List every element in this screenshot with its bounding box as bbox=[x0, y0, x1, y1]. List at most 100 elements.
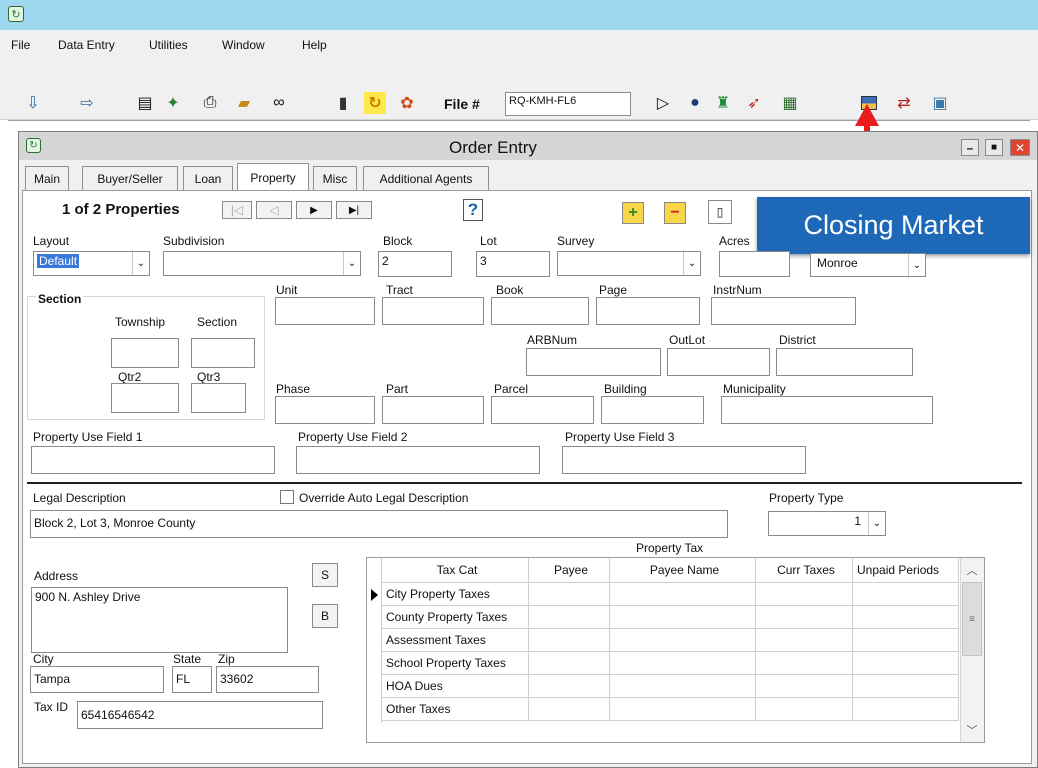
column-header-curr-taxes[interactable]: Curr Taxes bbox=[756, 558, 853, 583]
tab-misc[interactable]: Misc bbox=[313, 166, 357, 190]
copy-property-icon[interactable]: ▯ bbox=[708, 200, 732, 224]
maximize-button[interactable]: ■ bbox=[985, 139, 1003, 156]
menu-data-entry[interactable]: Data Entry bbox=[58, 38, 115, 52]
table-cell[interactable] bbox=[529, 606, 610, 629]
chart-icon[interactable]: ▮ bbox=[332, 92, 354, 114]
qtr3-input[interactable] bbox=[191, 383, 246, 413]
tab-main[interactable]: Main bbox=[25, 166, 69, 190]
table-row[interactable]: School Property Taxes bbox=[382, 652, 529, 675]
table-cell[interactable] bbox=[756, 606, 853, 629]
column-header-payee-name[interactable]: Payee Name bbox=[610, 558, 756, 583]
tab-buyer-seller[interactable]: Buyer/Seller bbox=[82, 166, 178, 190]
map-icon[interactable]: ✦ bbox=[162, 92, 184, 114]
table-cell[interactable] bbox=[756, 675, 853, 698]
import-icon[interactable]: ⇩ bbox=[22, 92, 44, 114]
first-record-button[interactable]: |◁ bbox=[222, 201, 252, 219]
page-input[interactable] bbox=[596, 297, 700, 325]
settings-icon[interactable]: ✿ bbox=[396, 92, 418, 114]
column-header-tax-cat[interactable]: Tax Cat bbox=[382, 558, 529, 583]
phase-input[interactable] bbox=[275, 396, 375, 424]
tax-id-input[interactable]: 65416546542 bbox=[77, 701, 323, 729]
district-input[interactable] bbox=[776, 348, 913, 376]
refresh-icon[interactable]: ↻ bbox=[364, 92, 386, 114]
folder-icon[interactable]: ▰ bbox=[233, 92, 255, 114]
property-use-3-input[interactable] bbox=[562, 446, 806, 474]
menu-utilities[interactable]: Utilities bbox=[149, 38, 188, 52]
tab-additional-agents[interactable]: Additional Agents bbox=[363, 166, 489, 190]
menu-help[interactable]: Help bbox=[302, 38, 327, 52]
add-property-icon[interactable]: + bbox=[622, 202, 644, 224]
column-header-unpaid-periods[interactable]: Unpaid Periods bbox=[853, 558, 959, 583]
tract-input[interactable] bbox=[382, 297, 484, 325]
table-cell[interactable] bbox=[610, 675, 756, 698]
block-input[interactable]: 2 bbox=[378, 251, 452, 277]
unit-input[interactable] bbox=[275, 297, 375, 325]
table-cell[interactable] bbox=[610, 652, 756, 675]
arrow-right-icon[interactable]: ▷ bbox=[652, 92, 674, 114]
column-header-payee[interactable]: Payee bbox=[529, 558, 610, 583]
table-cell[interactable] bbox=[853, 698, 959, 721]
table-cell[interactable] bbox=[610, 606, 756, 629]
survey-select[interactable]: ⌄ bbox=[557, 251, 701, 276]
property-type-select[interactable]: 1 ⌄ bbox=[768, 511, 886, 536]
table-cell[interactable] bbox=[529, 675, 610, 698]
state-input[interactable]: FL bbox=[172, 666, 212, 693]
previous-record-button[interactable]: ◁ bbox=[256, 201, 292, 219]
acres-input[interactable] bbox=[719, 251, 790, 277]
table-cell[interactable] bbox=[853, 675, 959, 698]
person-icon[interactable]: ♜ bbox=[712, 92, 734, 114]
binoculars-icon[interactable]: ∞ bbox=[268, 92, 290, 114]
table-cell[interactable] bbox=[756, 629, 853, 652]
qtr2-input[interactable] bbox=[111, 383, 179, 413]
export-icon[interactable]: ⇨ bbox=[76, 92, 98, 114]
address-input[interactable]: 900 N. Ashley Drive bbox=[31, 587, 288, 653]
zip-input[interactable]: 33602 bbox=[216, 666, 319, 693]
scroll-thumb[interactable]: ≡ bbox=[962, 582, 982, 656]
table-cell[interactable] bbox=[756, 583, 853, 606]
table-cell[interactable] bbox=[610, 583, 756, 606]
last-record-button[interactable]: ▶| bbox=[336, 201, 372, 219]
tab-property[interactable]: Property bbox=[237, 163, 309, 191]
legal-description-input[interactable]: Block 2, Lot 3, Monroe County bbox=[30, 510, 728, 538]
city-input[interactable]: Tampa bbox=[30, 666, 164, 693]
book-input[interactable] bbox=[491, 297, 589, 325]
image-icon[interactable]: ▣ bbox=[929, 92, 951, 114]
minimize-button[interactable]: – bbox=[961, 139, 979, 156]
table-cell[interactable] bbox=[610, 629, 756, 652]
building-input[interactable] bbox=[601, 396, 704, 424]
pin-icon[interactable]: ➶ bbox=[743, 92, 765, 114]
outlot-input[interactable] bbox=[667, 348, 770, 376]
remove-property-icon[interactable]: − bbox=[664, 202, 686, 224]
globe-icon[interactable]: ● bbox=[684, 92, 706, 114]
property-use-1-input[interactable] bbox=[31, 446, 275, 474]
property-use-2-input[interactable] bbox=[296, 446, 540, 474]
table-cell[interactable] bbox=[853, 652, 959, 675]
table-cell[interactable] bbox=[853, 629, 959, 652]
help-icon[interactable]: ? bbox=[463, 199, 483, 221]
table-cell[interactable] bbox=[529, 583, 610, 606]
file-number-input[interactable]: RQ-KMH-FL6 bbox=[505, 92, 631, 116]
transfer-icon[interactable]: ⇄ bbox=[893, 92, 915, 114]
municipality-input[interactable] bbox=[721, 396, 933, 424]
table-cell[interactable] bbox=[529, 698, 610, 721]
scroll-up-icon[interactable]: ︿ bbox=[961, 560, 983, 580]
table-cell[interactable] bbox=[756, 698, 853, 721]
next-record-button[interactable]: ▶ bbox=[296, 201, 332, 219]
section-input[interactable] bbox=[191, 338, 255, 368]
layout-select[interactable]: Default ⌄ bbox=[33, 251, 150, 276]
menu-window[interactable]: Window bbox=[222, 38, 265, 52]
table-cell[interactable] bbox=[756, 652, 853, 675]
table-cell[interactable] bbox=[529, 652, 610, 675]
table-cell[interactable] bbox=[610, 698, 756, 721]
table-cell[interactable] bbox=[529, 629, 610, 652]
subdivision-select[interactable]: ⌄ bbox=[163, 251, 361, 276]
override-checkbox[interactable] bbox=[280, 490, 294, 504]
parcel-input[interactable] bbox=[491, 396, 594, 424]
lot-input[interactable]: 3 bbox=[476, 251, 550, 277]
b-button[interactable]: B bbox=[312, 604, 338, 628]
scroll-down-icon[interactable]: ﹀ bbox=[961, 720, 983, 740]
arbnum-input[interactable] bbox=[526, 348, 661, 376]
menu-file[interactable]: File bbox=[11, 38, 30, 52]
table-row[interactable]: Other Taxes bbox=[382, 698, 529, 721]
part-input[interactable] bbox=[382, 396, 484, 424]
